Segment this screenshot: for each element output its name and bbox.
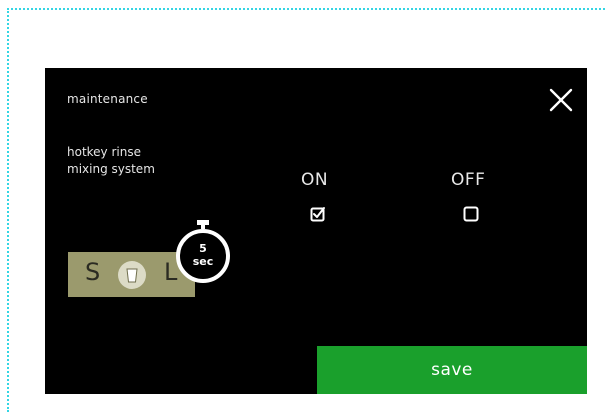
save-button[interactable]: save: [317, 346, 587, 394]
setting-label-line2: mixing system: [67, 162, 155, 176]
checked-checkbox-icon[interactable]: [310, 206, 326, 222]
setting-label: hotkey rinse mixing system: [67, 144, 197, 178]
hotkey-left-letter: S: [85, 258, 101, 286]
option-off-label: OFF: [451, 170, 486, 190]
option-on-label: ON: [301, 170, 329, 190]
unchecked-checkbox-icon[interactable]: [463, 206, 479, 222]
maintenance-screen: maintenance hotkey rinse mixing system O…: [45, 68, 587, 394]
timer-value: 5: [199, 242, 207, 255]
timer-unit: sec: [192, 255, 214, 268]
close-icon[interactable]: [547, 86, 575, 114]
setting-label-line1: hotkey rinse: [67, 145, 141, 159]
cup-icon: [118, 261, 146, 289]
stopwatch-icon: 5 sec: [174, 220, 232, 286]
page-title: maintenance: [67, 92, 148, 106]
